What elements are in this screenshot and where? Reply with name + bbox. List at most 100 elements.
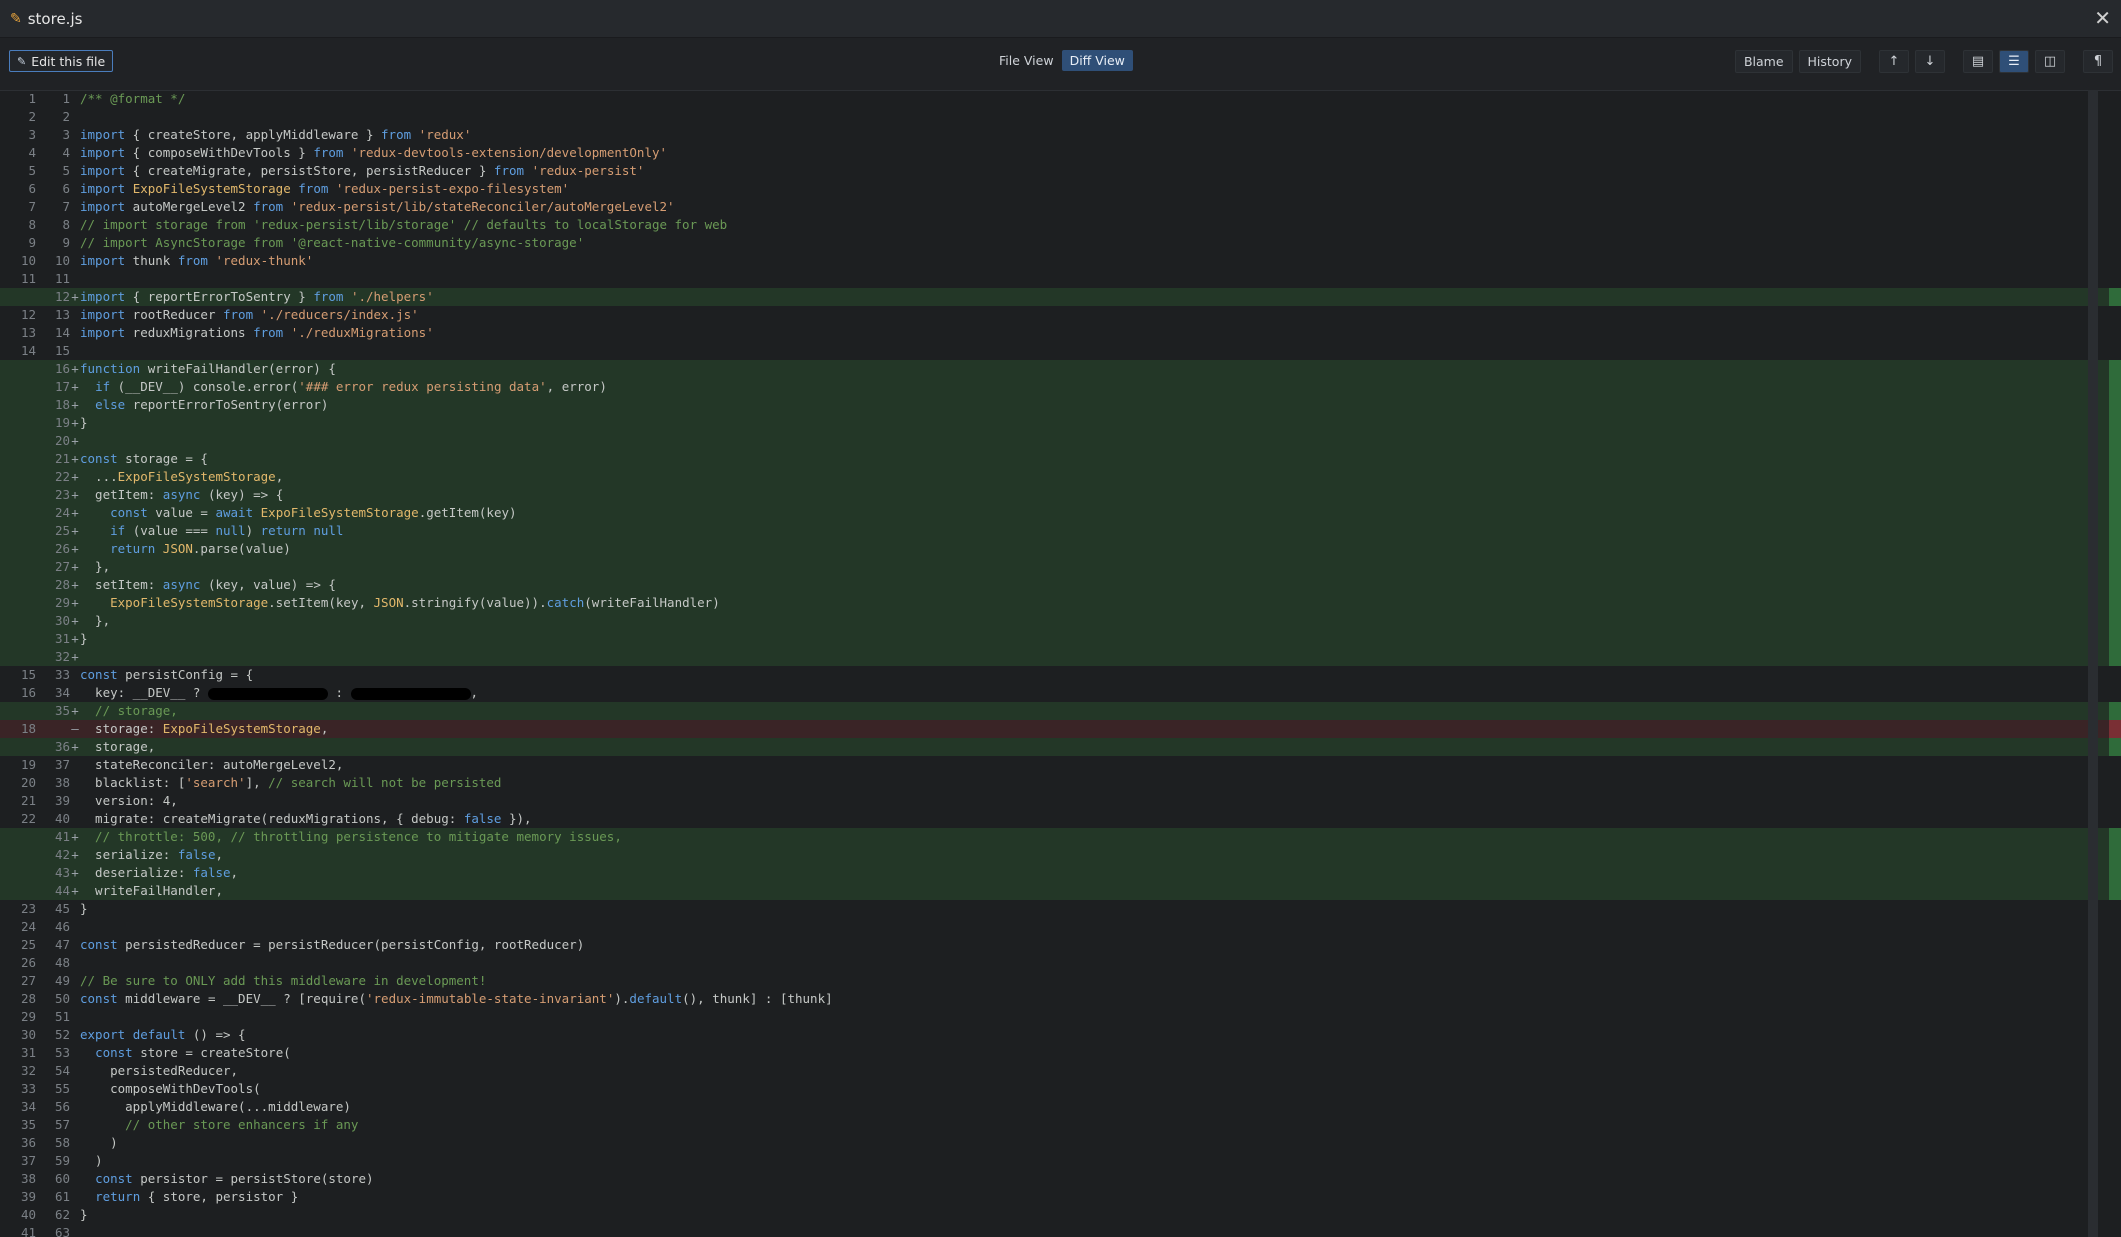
code-text: migrate: createMigrate(reduxMigrations, … [80,811,532,826]
code-text: if (__DEV__) console.error('### error re… [95,379,607,394]
code-text: ...ExpoFileSystemStorage, [80,469,284,484]
diff-marker: + [71,523,79,538]
old-line-number [0,864,36,882]
old-line-number: 22 [20,811,36,826]
code-line: 22 40 migrate: createMigrate(reduxMigrati… [0,810,2121,828]
new-line-number: 43 [54,865,70,880]
code-line: 23 + getItem: async (key) => { [0,486,2121,504]
close-icon[interactable]: ✕ [2094,6,2111,30]
minimap-added-marker [2109,846,2121,864]
toolbar: ✎ Edit this file File View Diff View Bla… [0,38,2121,91]
diff-marker: + [71,577,79,592]
pilcrow-icon[interactable]: ¶ [2083,50,2113,73]
new-line-number: 46 [54,919,70,934]
code-text: const store = createStore( [95,1045,291,1060]
code-line: 32 54 persistedReducer, [0,1062,2121,1080]
scrollbar[interactable] [2088,90,2098,1237]
code-line: 1 1 /** @format */ [0,90,2121,108]
new-line-number: 25 [54,523,70,538]
new-line-number: 23 [54,487,70,502]
new-line-number: 13 [54,307,70,322]
new-line-number: 50 [54,991,70,1006]
diff-marker [70,162,80,180]
new-line-number: 11 [54,271,70,286]
minimap-added-marker [2109,414,2121,432]
minimap-added-marker [2109,288,2121,306]
new-line-number: 26 [54,541,70,556]
minimap-added-marker [2109,702,2121,720]
minimap-added-marker [2109,612,2121,630]
old-line-number [0,828,36,846]
view-switch: File View Diff View [991,50,1133,71]
code-line: 29 + ExpoFileSystemStorage.setItem(key, J… [0,594,2121,612]
minimap-added-marker [2109,864,2121,882]
diff-marker [70,990,80,1008]
old-line-number: 40 [20,1207,36,1222]
code-line: 12 13 import rootReducer from './reducers… [0,306,2121,324]
new-line-number: 59 [54,1153,70,1168]
new-line-number: 44 [54,883,70,898]
arrow-up-icon[interactable]: ↑ [1879,50,1909,73]
code-text: } [80,631,88,646]
old-line-number: 26 [20,955,36,970]
code-line: 26 + return JSON.parse(value) [0,540,2121,558]
diff-marker [70,1170,80,1188]
old-line-number [0,612,36,630]
new-line-number: 42 [54,847,70,862]
diff-marker [70,1044,80,1062]
diff-marker [70,234,80,252]
diff-marker [70,1008,80,1026]
new-line-number: 38 [54,775,70,790]
diff-marker [70,774,80,792]
new-line-number: 8 [62,217,70,232]
diff-minimap[interactable] [2109,90,2121,1237]
code-line: 31 53 const store = createStore( [0,1044,2121,1062]
new-line-number: 24 [54,505,70,520]
new-line-number: 63 [54,1225,70,1237]
new-line-number: 21 [54,451,70,466]
diff-marker [70,1062,80,1080]
new-line-number: 32 [54,649,70,664]
code-line: 40 62 } [0,1206,2121,1224]
unified-view-icon[interactable]: ▤ [1963,50,1993,73]
code-line: 19 37 stateReconciler: autoMergeLevel2, [0,756,2121,774]
diff-marker [70,684,80,702]
new-line-number: 17 [54,379,70,394]
diff-marker [70,756,80,774]
code-text: // storage, [80,703,178,718]
code-line: 41 + // throttle: 500, // throttling pers… [0,828,2121,846]
old-line-number [0,432,36,450]
diff-marker [70,810,80,828]
minimap-added-marker [2109,378,2121,396]
old-line-number [0,522,36,540]
split-view-icon[interactable]: ◫ [2035,50,2065,73]
code-line: 39 61 return { store, persistor } [0,1188,2121,1206]
edit-file-button[interactable]: ✎ Edit this file [9,50,114,72]
history-button[interactable]: History [1798,50,1861,73]
code-text: blacklist: ['search'], // search will no… [80,775,502,790]
code-line: 9 9 // import AsyncStorage from '@react-n… [0,234,2121,252]
code-text: const storage = { [80,451,208,466]
new-line-number: 20 [54,433,70,448]
old-line-number: 10 [20,253,36,268]
old-line-number: 37 [20,1153,36,1168]
tab-diff-view[interactable]: Diff View [1061,50,1133,71]
old-line-number: 21 [20,793,36,808]
new-line-number: 61 [54,1189,70,1204]
minimap-added-marker [2109,882,2121,900]
code-line: 28 + setItem: async (key, value) => { [0,576,2121,594]
diff-marker [70,180,80,198]
old-line-number [0,702,36,720]
blame-button[interactable]: Blame [1734,50,1793,73]
tab-file-view[interactable]: File View [991,50,1062,71]
list-view-icon[interactable]: ☰ [1999,50,2029,73]
new-line-number [36,720,70,738]
code-line: 44 + writeFailHandler, [0,882,2121,900]
code-text: /** @format */ [80,91,186,106]
code-line: 27 + }, [0,558,2121,576]
new-line-number: 22 [54,469,70,484]
diff-editor[interactable]: 11 /** @format */2 2 33 import { createSt… [0,90,2121,1237]
arrow-down-icon[interactable]: ↓ [1915,50,1945,73]
